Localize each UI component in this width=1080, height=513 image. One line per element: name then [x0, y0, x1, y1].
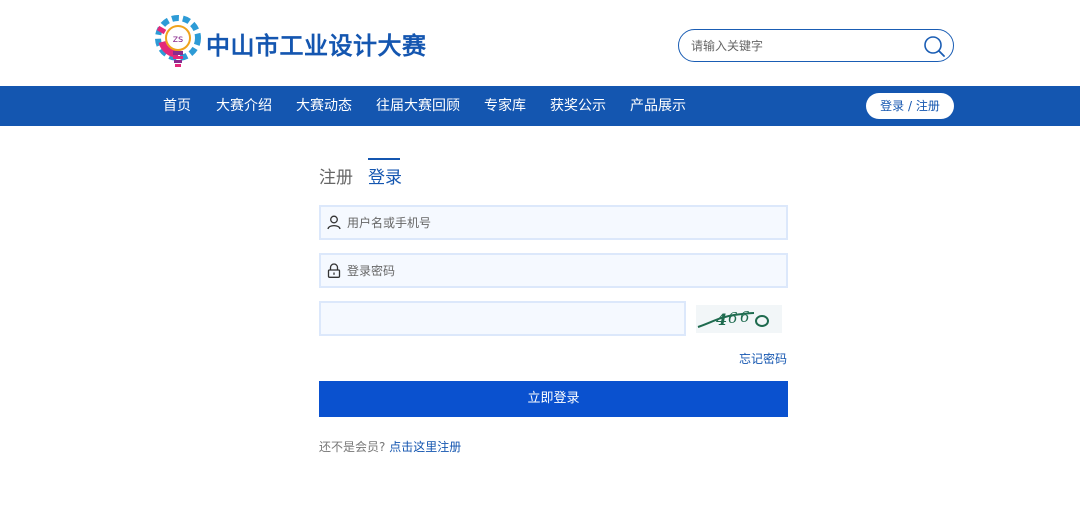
username-field — [319, 205, 788, 240]
svg-text:6: 6 — [728, 309, 738, 327]
captcha-image[interactable]: 4 6 6 — [696, 305, 782, 333]
tab-login[interactable]: 登录 — [368, 163, 402, 188]
password-input[interactable] — [347, 262, 777, 280]
tab-register[interactable]: 注册 — [319, 163, 353, 188]
svg-text:4: 4 — [716, 310, 727, 329]
search-box — [678, 29, 954, 62]
nav-item-contest-intro[interactable]: 大赛介绍 — [216, 86, 272, 126]
nav-item-experts[interactable]: 专家库 — [484, 86, 526, 126]
nav-item-home[interactable]: 首页 — [163, 86, 191, 126]
main-navbar: 首页 大赛介绍 大赛动态 往届大赛回顾 专家库 获奖公示 产品展示 登录 / 注… — [0, 86, 1080, 126]
nav-item-award-notice[interactable]: 获奖公示 — [550, 86, 606, 126]
svg-text:6: 6 — [740, 308, 750, 326]
site-header: zs 中山市工业设计大赛 — [0, 0, 1080, 86]
captcha-input[interactable] — [329, 310, 669, 328]
search-input[interactable] — [691, 36, 916, 56]
search-icon[interactable] — [923, 35, 945, 57]
captcha-field — [319, 301, 686, 336]
forgot-password-link[interactable]: 忘记密码 — [739, 350, 787, 367]
nav-item-products[interactable]: 产品展示 — [630, 86, 686, 126]
svg-text:zs: zs — [173, 34, 183, 45]
nav-item-contest-news[interactable]: 大赛动态 — [296, 86, 352, 126]
active-tab-indicator — [368, 158, 400, 160]
username-input[interactable] — [347, 214, 777, 232]
user-icon — [327, 215, 341, 230]
gear-lightbulb-logo-icon[interactable]: zs — [153, 14, 203, 74]
site-title[interactable]: 中山市工业设计大赛 — [206, 26, 427, 61]
password-field — [319, 253, 788, 288]
signup-prompt: 还不是会员? 点击这里注册 — [319, 438, 461, 455]
signup-link[interactable]: 点击这里注册 — [389, 440, 461, 454]
login-submit-button[interactable]: 立即登录 — [319, 381, 788, 417]
login-register-button[interactable]: 登录 / 注册 — [866, 93, 954, 119]
signup-prompt-text: 还不是会员? — [319, 440, 386, 454]
nav-item-past-contests[interactable]: 往届大赛回顾 — [376, 86, 460, 126]
lock-icon — [327, 263, 341, 278]
